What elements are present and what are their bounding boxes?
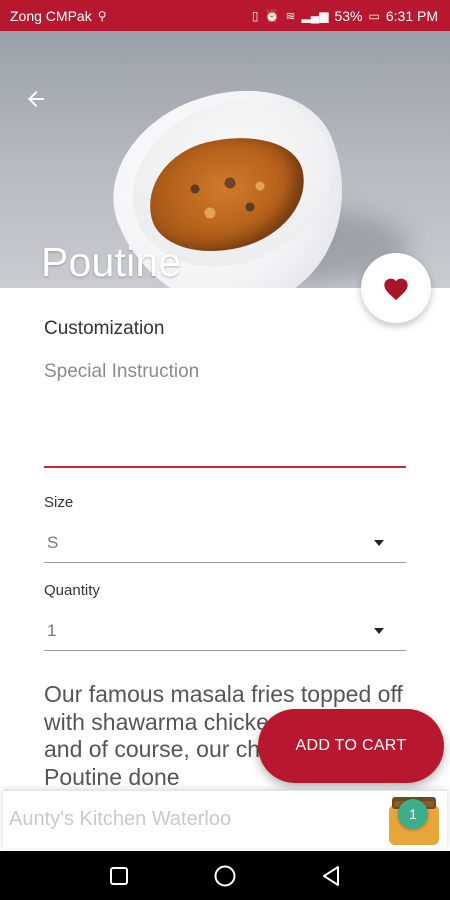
battery-percent: 53% (334, 7, 363, 24)
size-label: Size (44, 494, 74, 511)
triangle-back-icon (323, 865, 339, 886)
heart-icon (384, 278, 408, 301)
wifi-icon: ≋ (285, 8, 296, 23)
size-value: S (47, 532, 59, 552)
carrier-label: Zong CMPak (10, 7, 92, 24)
add-to-cart-button[interactable]: ADD TO CART (258, 709, 444, 783)
recents-button[interactable] (104, 861, 134, 891)
status-bar: Zong CMPak ⚲ ▯ ⏰ ≋ ▂▄▆ 53% ▭ 6:31 PM (0, 0, 450, 31)
special-instruction-input[interactable] (44, 390, 406, 468)
customization-title: Customization (44, 318, 165, 339)
favorite-button[interactable] (361, 253, 431, 323)
status-right: ▯ ⏰ ≋ ▂▄▆ 53% ▭ 6:31 PM (252, 8, 438, 24)
status-left: Zong CMPak ⚲ (10, 8, 107, 24)
clock: 6:31 PM (385, 7, 438, 24)
cart-button[interactable]: 1 (386, 793, 442, 847)
back-button[interactable] (18, 81, 54, 117)
quantity-label: Quantity (44, 582, 100, 599)
quantity-value: 1 (47, 620, 57, 640)
dropdown-caret-icon (374, 539, 384, 546)
restaurant-bar[interactable]: Aunty's Kitchen Waterloo 1 (3, 790, 447, 848)
arrow-left-icon (28, 91, 44, 107)
dropdown-caret-icon (374, 627, 384, 634)
cart-count-badge: 1 (398, 799, 428, 829)
size-select[interactable]: S (44, 523, 406, 563)
circle-icon (214, 865, 236, 886)
usb-icon: ⚲ (97, 8, 107, 23)
alarm-icon: ⏰ (264, 8, 280, 23)
quantity-select[interactable]: 1 (44, 611, 406, 651)
back-nav-button[interactable] (316, 861, 346, 891)
battery-icon: ▭ (368, 8, 380, 23)
square-icon (110, 866, 128, 885)
signal-icon: ▂▄▆ (301, 8, 329, 23)
hero-image: Poutine (0, 31, 450, 288)
system-nav-bar (0, 851, 450, 900)
restaurant-name: Aunty's Kitchen Waterloo (9, 808, 232, 830)
home-button[interactable] (210, 861, 240, 891)
page-title: Poutine (41, 239, 182, 285)
special-instruction-label: Special Instruction (44, 361, 200, 382)
vibrate-icon: ▯ (251, 8, 259, 23)
food-detail (175, 171, 275, 231)
